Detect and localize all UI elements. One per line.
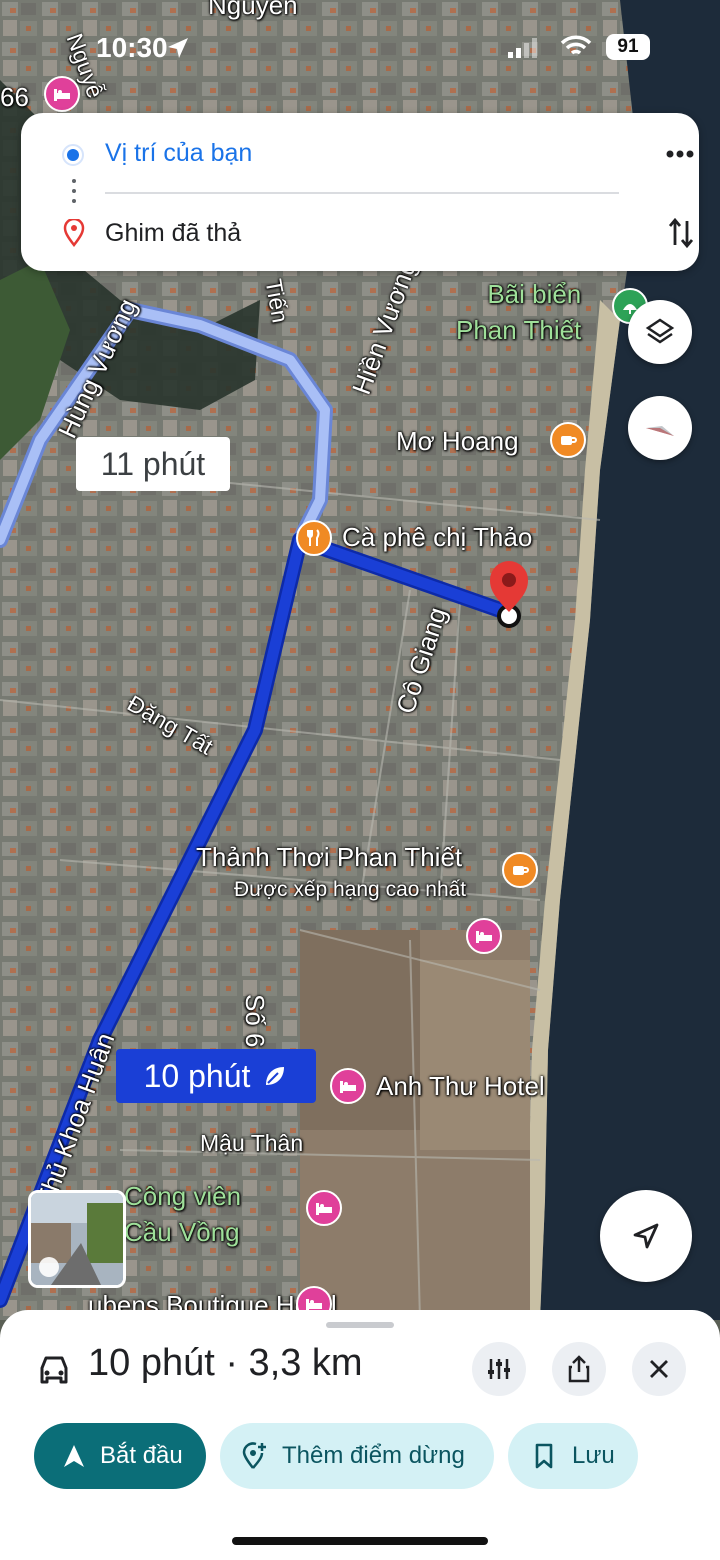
share-button[interactable] [552,1342,606,1396]
layers-icon [645,318,675,344]
close-icon [650,1360,668,1378]
street-label-nguyen-top: Nguyễn [208,0,298,20]
street-view-thumbnail[interactable] [28,1190,126,1288]
destination-text: Ghim đã thả [105,219,242,247]
location-arrow-icon [168,38,188,58]
eco-leaf-icon [266,1067,285,1085]
hotel-poi-icon-3[interactable] [306,1190,342,1226]
origin-row[interactable]: Vị trí của bạn [21,123,699,183]
drag-handle[interactable] [326,1322,394,1328]
street-label-66: 66 [0,82,29,112]
status-time: 10:30 [96,32,168,63]
hotel-poi-icon-anh-thu[interactable] [330,1068,366,1104]
layers-button[interactable] [628,300,692,364]
close-button[interactable] [632,1342,686,1396]
start-label: Bắt đầu [100,1442,183,1469]
save-label: Lưu [572,1442,615,1469]
place-label-thanh-thoi-sub: Được xếp hạng cao nhất [234,878,467,901]
locate-icon [633,1223,659,1249]
route-card: Vị trí của bạn Ghim đã thả [21,113,699,271]
your-location-icon [62,144,84,166]
main-route-time: 10 phút [143,1057,251,1094]
card-divider [105,192,619,194]
add-location-icon [242,1442,266,1469]
start-button[interactable]: Bắt đầu [34,1423,206,1489]
hotel-poi-icon[interactable] [466,918,502,954]
home-indicator[interactable] [232,1537,488,1545]
bottom-sheet: 10 phút · 3,3 km Bắt đầu Thêm điểm dừng … [0,1310,720,1560]
street-label-mau-than: Mậu Thân [200,1130,304,1156]
alt-route-time-chip[interactable]: 11 phút [76,437,230,491]
compass-icon [646,426,674,436]
street-view-image [31,1193,123,1285]
route-options-button[interactable] [472,1342,526,1396]
locate-button[interactable] [600,1190,692,1282]
route-dots [72,179,76,203]
add-stop-button[interactable]: Thêm điểm dừng [220,1423,494,1489]
car-icon [40,1356,68,1384]
pin-icon[interactable] [486,560,534,632]
main-route-time-chip[interactable]: 10 phút [116,1049,316,1103]
place-label-bai-bien: Bãi biển Phan Thiết [456,279,582,345]
status-bar: 10:30 91 [0,28,720,72]
cafe-poi-icon-2[interactable] [502,852,538,888]
place-label-thanh-thoi: Thảnh Thơi Phan Thiết [196,842,463,872]
bookmark-icon [535,1443,553,1469]
navigation-icon [64,1445,84,1467]
street-label-so-6: Số 6 [240,994,270,1048]
origin-text: Vị trí của bạn [105,139,253,167]
compass-button[interactable] [628,396,692,460]
route-summary: 10 phút · 3,3 km [88,1342,363,1384]
wifi-icon [560,35,592,55]
share-icon [568,1355,590,1383]
more-icon[interactable] [665,149,695,159]
place-label-mo-hoang: Mơ Hoang [396,426,519,456]
place-label-anh-thu: Anh Thư Hotel [376,1071,545,1101]
place-label-ca-phe: Cà phê chị Thảo [342,522,533,552]
place-label-cong-vien: Công viên Cầu Vồng [124,1181,242,1247]
alt-route-time: 11 phút [100,445,206,482]
cafe-poi-icon[interactable] [550,422,586,458]
battery-indicator: 91 [606,34,650,60]
destination-pin-icon [63,219,85,247]
swap-icon[interactable] [667,215,695,251]
signal-icon [508,38,537,58]
restaurant-poi-icon[interactable] [296,520,332,556]
hotel-poi-icon-top[interactable] [44,76,80,112]
destination-row[interactable]: Ghim đã thả [21,203,699,263]
adjust-icon [488,1359,510,1379]
add-stop-label: Thêm điểm dừng [282,1442,465,1469]
save-button[interactable]: Lưu [508,1423,638,1489]
